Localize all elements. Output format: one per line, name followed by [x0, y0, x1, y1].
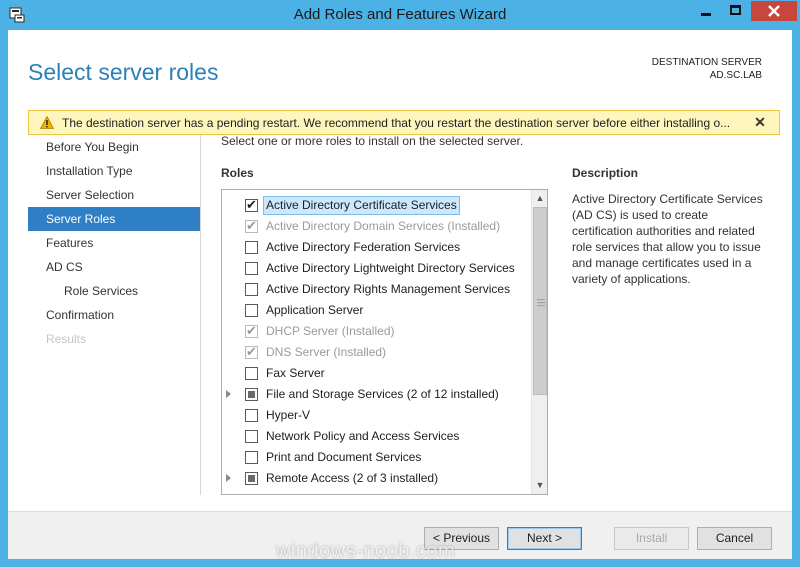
- roles-heading: Roles: [221, 166, 254, 180]
- nav-item-server-roles[interactable]: Server Roles: [28, 207, 200, 231]
- install-button: Install: [614, 527, 689, 550]
- nav-item-role-services[interactable]: Role Services: [28, 279, 200, 303]
- maximize-icon: [730, 5, 741, 15]
- role-checkbox[interactable]: [245, 241, 258, 254]
- minimize-button[interactable]: [691, 1, 721, 21]
- cancel-button[interactable]: Cancel: [697, 527, 772, 550]
- watermark: windows-noob.com: [276, 540, 456, 562]
- warning-triangle-icon: [40, 116, 54, 129]
- pending-restart-warning[interactable]: The destination server has a pending res…: [28, 110, 780, 135]
- description-heading: Description: [572, 166, 639, 180]
- close-icon: ✕: [754, 114, 766, 130]
- role-item-print-document-services[interactable]: Print and Document Services: [222, 447, 529, 468]
- nav-item-confirmation[interactable]: Confirmation: [28, 303, 200, 327]
- nav-divider: [200, 135, 201, 495]
- checkmark-icon: ✔: [246, 344, 257, 359]
- role-checkbox: ✔: [245, 344, 258, 359]
- role-item-hyper-v[interactable]: Hyper-V: [222, 405, 529, 426]
- instruction-text: Select one or more roles to install on t…: [221, 134, 524, 148]
- role-label[interactable]: Remote Access (2 of 3 installed): [264, 470, 440, 487]
- role-item-ad-lightweight-directory[interactable]: Active Directory Lightweight Directory S…: [222, 258, 529, 279]
- role-label[interactable]: Print and Document Services: [264, 449, 423, 466]
- next-button[interactable]: Next >: [507, 527, 582, 550]
- expand-arrow-icon[interactable]: [226, 390, 231, 398]
- role-checkbox: ✔: [245, 218, 258, 233]
- nav-item-before-you-begin[interactable]: Before You Begin: [28, 135, 200, 159]
- nav-item-results: Results: [46, 332, 87, 346]
- role-item-dhcp-server[interactable]: ✔ DHCP Server (Installed): [222, 321, 529, 342]
- role-item-application-server[interactable]: Application Server: [222, 300, 529, 321]
- role-checkbox[interactable]: [245, 367, 258, 380]
- wizard-body: Select server roles DESTINATION SERVER A…: [8, 30, 792, 559]
- destination-server-value: AD.SC.LAB: [709, 70, 762, 81]
- nav-item-features[interactable]: Features: [28, 231, 200, 255]
- role-label[interactable]: Application Server: [264, 302, 365, 319]
- roles-list[interactable]: ✔ Active Directory Certificate Services …: [221, 189, 548, 495]
- role-checkbox[interactable]: [245, 283, 258, 296]
- role-label[interactable]: Active Directory Federation Services: [264, 239, 462, 256]
- wizard-navigation: Before You Begin Installation Type Serve…: [28, 135, 200, 495]
- role-item-file-storage-services[interactable]: File and Storage Services (2 of 12 insta…: [222, 384, 529, 405]
- roles-scrollbar[interactable]: ▲ — — — ▼: [531, 190, 547, 494]
- destination-server-label: DESTINATION SERVER: [651, 57, 762, 68]
- role-checkbox[interactable]: [245, 304, 258, 317]
- page-title: Select server roles: [28, 59, 219, 85]
- role-item-ad-domain-services[interactable]: ✔ Active Directory Domain Services (Inst…: [222, 216, 529, 237]
- role-item-ad-certificate-services[interactable]: ✔ Active Directory Certificate Services: [222, 195, 529, 216]
- role-item-network-policy-access[interactable]: Network Policy and Access Services: [222, 426, 529, 447]
- role-checkbox[interactable]: [245, 409, 258, 422]
- title-bar[interactable]: Add Roles and Features Wizard: [0, 0, 800, 30]
- role-checkbox: ✔: [245, 323, 258, 338]
- role-label[interactable]: Active Directory Lightweight Directory S…: [264, 260, 517, 277]
- scroll-up-icon[interactable]: ▲: [532, 190, 547, 207]
- role-checkbox[interactable]: ✔: [245, 197, 258, 212]
- role-checkbox[interactable]: [245, 388, 258, 401]
- role-label[interactable]: Active Directory Rights Management Servi…: [264, 281, 512, 298]
- checkmark-icon: ✔: [246, 218, 257, 233]
- role-label[interactable]: Network Policy and Access Services: [264, 428, 461, 445]
- role-item-ad-rights-management[interactable]: Active Directory Rights Management Servi…: [222, 279, 529, 300]
- close-icon: [768, 5, 780, 17]
- role-checkbox[interactable]: [245, 430, 258, 443]
- maximize-button[interactable]: [721, 1, 751, 21]
- description-text: Active Directory Certificate Services (A…: [572, 192, 763, 286]
- role-label[interactable]: Active Directory Domain Services (Instal…: [264, 218, 502, 235]
- close-window-button[interactable]: [751, 1, 797, 21]
- role-item-ad-federation-services[interactable]: Active Directory Federation Services: [222, 237, 529, 258]
- dismiss-warning-button[interactable]: ✕: [751, 113, 769, 131]
- warning-text: The destination server has a pending res…: [62, 116, 731, 130]
- role-item-remote-access[interactable]: Remote Access (2 of 3 installed): [222, 468, 529, 489]
- expand-arrow-icon[interactable]: [226, 474, 231, 482]
- role-label[interactable]: DNS Server (Installed): [264, 344, 388, 361]
- minimize-icon: [701, 13, 711, 16]
- role-label[interactable]: Fax Server: [264, 365, 327, 382]
- nav-item-installation-type[interactable]: Installation Type: [28, 159, 200, 183]
- nav-item-server-selection[interactable]: Server Selection: [28, 183, 200, 207]
- role-checkbox[interactable]: [245, 262, 258, 275]
- role-label[interactable]: Active Directory Certificate Services: [263, 196, 460, 215]
- grip-icon: — — —: [537, 295, 545, 310]
- window-title: Add Roles and Features Wizard: [293, 6, 507, 23]
- role-label[interactable]: Hyper-V: [264, 407, 312, 424]
- scroll-thumb[interactable]: — — —: [533, 207, 547, 395]
- role-label[interactable]: File and Storage Services (2 of 12 insta…: [264, 386, 501, 403]
- scroll-down-icon[interactable]: ▼: [532, 477, 547, 494]
- checkmark-icon: ✔: [246, 323, 257, 338]
- nav-item-ad-cs[interactable]: AD CS: [28, 255, 200, 279]
- page-header: Select server roles DESTINATION SERVER A…: [8, 30, 792, 110]
- wizard-window: Add Roles and Features Wizard Select ser…: [0, 0, 800, 567]
- role-label[interactable]: DHCP Server (Installed): [264, 323, 396, 340]
- role-item-dns-server[interactable]: ✔ DNS Server (Installed): [222, 342, 529, 363]
- checkmark-icon: ✔: [246, 197, 257, 212]
- role-checkbox[interactable]: [245, 451, 258, 464]
- role-checkbox[interactable]: [245, 472, 258, 485]
- role-item-fax-server[interactable]: Fax Server: [222, 363, 529, 384]
